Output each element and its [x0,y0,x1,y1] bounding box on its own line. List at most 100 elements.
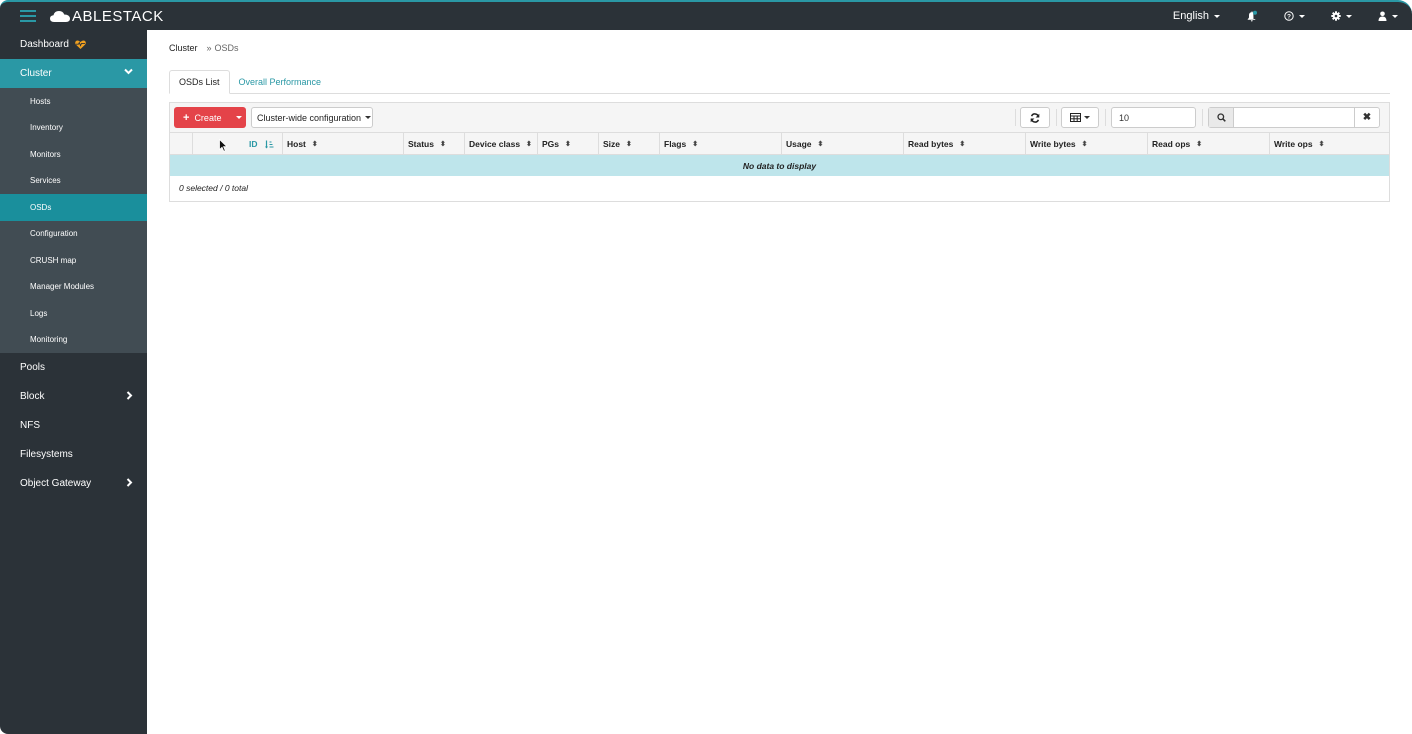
sidebar-item-logs[interactable]: Logs [0,300,147,327]
tab-overall-performance[interactable]: Overall Performance [230,70,331,94]
column-label: Write bytes [1030,139,1076,149]
breadcrumb-separator: » [206,43,212,53]
cluster-submenu: Hosts Inventory Monitors Services OSDs C… [0,88,147,353]
sort-icon: ⬍ [959,141,966,148]
sidebar-item-monitors[interactable]: Monitors [0,141,147,168]
plus-icon: + [183,111,190,124]
chevron-down-icon [124,68,133,75]
column-header-write-bytes[interactable]: Write bytes ⬍ [1026,133,1148,155]
empty-table-message: No data to display [170,155,1389,176]
sidebar-item-pools[interactable]: Pools [0,353,147,382]
sidebar-item-block[interactable]: Block [0,382,147,411]
column-header-pgs[interactable]: PGs ⬍ [538,133,599,155]
sort-icon: ⬍ [692,141,699,148]
settings-menu[interactable] [1331,11,1352,21]
sidebar-item-label: NFS [20,420,40,431]
sidebar-item-dashboard[interactable]: Dashboard [0,30,147,59]
column-label: Read ops [1152,139,1191,149]
create-button[interactable]: + Create [174,107,246,128]
sidebar-item-hosts[interactable]: Hosts [0,88,147,115]
sidebar-item-configuration[interactable]: Configuration [0,221,147,248]
notifications-button[interactable] [1246,10,1258,22]
page-size-input[interactable]: 10 [1111,107,1196,128]
sidebar-item-monitoring[interactable]: Monitoring [0,327,147,354]
menu-toggle-icon[interactable] [20,10,36,22]
language-selector[interactable]: English [1173,10,1220,22]
sort-icon: ⬍ [817,141,824,148]
column-label: Host [287,139,306,149]
search-input[interactable] [1234,108,1354,127]
column-header-write-ops[interactable]: Write ops ⬍ [1270,133,1389,155]
sidebar-item-crush-map[interactable]: CRUSH map [0,247,147,274]
divider [1202,109,1203,126]
table-footer-count: 0 selected / 0 total [179,183,248,193]
sort-icon: ⬍ [1318,141,1325,148]
sidebar-item-label: Object Gateway [20,478,92,489]
column-label: Device class [469,139,521,149]
svg-text:?: ? [1287,13,1291,20]
cluster-config-label: Cluster-wide configuration [257,112,362,123]
help-icon: ? [1284,11,1294,21]
column-header-usage[interactable]: Usage ⬍ [782,133,904,155]
column-header-status[interactable]: Status ⬍ [404,133,465,155]
sidebar-item-object-gateway[interactable]: Object Gateway [0,469,147,498]
table-toolbar: + Create Cluster-wide configuration 10 ✖ [170,103,1389,133]
sort-icon: ⬍ [526,141,532,148]
column-header-read-ops[interactable]: Read ops ⬍ [1148,133,1270,155]
brand-name: ABLESTACK [72,7,164,25]
sidebar-item-services[interactable]: Services [0,168,147,195]
sidebar-item-nfs[interactable]: NFS [0,411,147,440]
refresh-button[interactable] [1020,107,1050,128]
brand-logo[interactable]: ABLESTACK [50,8,164,25]
column-label: Flags [664,139,687,149]
column-label: PGs [542,139,560,149]
sort-icon: ⬍ [1196,141,1203,148]
column-header-id[interactable]: ID [193,133,283,155]
tab-bar: OSDs List Overall Performance [169,70,1390,94]
sidebar-item-label: Dashboard [20,39,69,50]
column-label: Read bytes [908,139,954,149]
sidebar-item-label: Filesystems [20,449,73,460]
help-menu[interactable]: ? [1284,11,1305,21]
user-menu[interactable] [1378,11,1398,21]
column-toggle-button[interactable] [1061,107,1099,128]
tab-osds-list[interactable]: OSDs List [169,70,230,94]
heartbeat-icon [75,40,86,49]
sort-icon: ⬍ [626,141,632,148]
column-header-read-bytes[interactable]: Read bytes ⬍ [904,133,1026,155]
column-label: Write ops [1274,139,1313,149]
column-label: ID [249,139,258,149]
divider [1105,109,1106,126]
sort-icon: ⬍ [311,141,318,148]
column-label: Usage [786,139,812,149]
breadcrumb-cluster[interactable]: Cluster [169,43,198,53]
table-columns-icon [1070,113,1081,122]
search-icon [1209,108,1234,127]
clear-search-icon[interactable]: ✖ [1354,108,1379,127]
cluster-config-dropdown[interactable]: Cluster-wide configuration [251,107,373,128]
sort-icon: ⬍ [1081,141,1088,148]
sidebar-item-filesystems[interactable]: Filesystems [0,440,147,469]
search-box: ✖ [1208,107,1380,128]
create-label: Create [194,112,222,123]
column-header-host[interactable]: Host ⬍ [283,133,404,155]
refresh-icon [1030,112,1040,123]
sidebar-item-manager-modules[interactable]: Manager Modules [0,274,147,301]
sidebar-item-osds[interactable]: OSDs [0,194,147,221]
column-header-device-class[interactable]: Device class ⬍ [465,133,538,155]
main-content: Cluster » OSDs OSDs List Overall Perform… [147,30,1412,734]
breadcrumb: Cluster » OSDs [169,43,239,53]
sort-icon: ⬍ [565,141,571,148]
create-dropdown-toggle[interactable] [232,107,246,128]
user-icon [1378,11,1387,21]
sort-icon: ⬍ [439,141,446,148]
chevron-right-icon [126,478,133,487]
sidebar-item-inventory[interactable]: Inventory [0,115,147,142]
table-header: ID Host ⬍ Status ⬍ Device class ⬍ PGs ⬍ Size… [170,133,1389,155]
osds-table-panel: + Create Cluster-wide configuration 10 ✖… [169,102,1390,202]
column-header-size[interactable]: Size ⬍ [599,133,660,155]
caret-down-icon [1084,116,1090,119]
sidebar-item-cluster[interactable]: Cluster [0,59,147,88]
column-header-flags[interactable]: Flags ⬍ [660,133,782,155]
breadcrumb-current: OSDs [214,43,239,53]
